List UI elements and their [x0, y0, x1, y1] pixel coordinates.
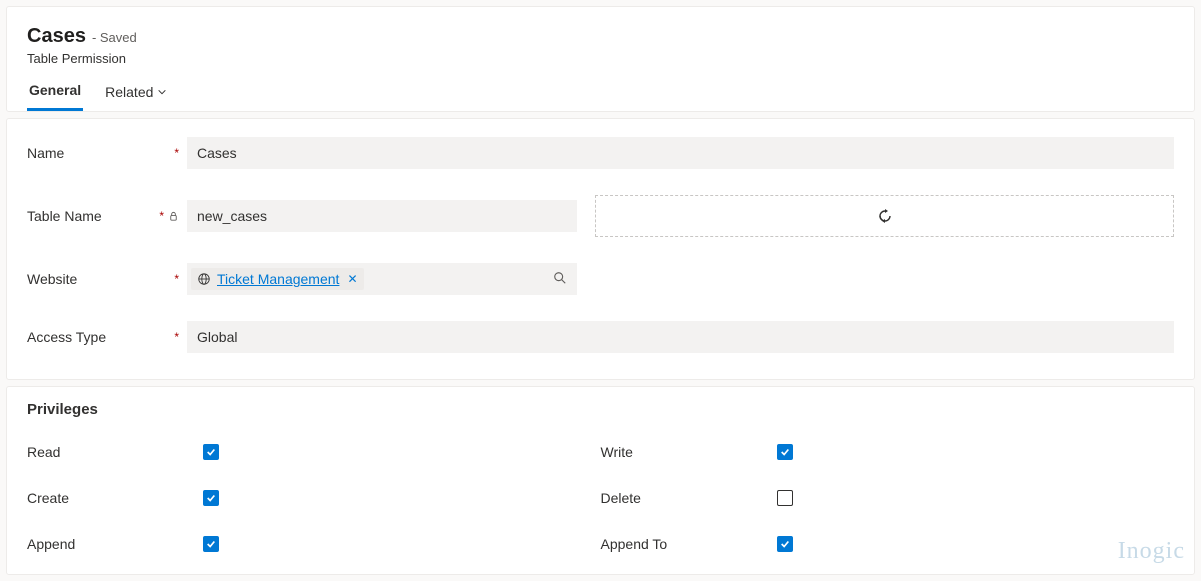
page-title: Cases [27, 25, 86, 48]
required-indicator: * [174, 146, 179, 160]
privilege-checkbox[interactable] [777, 444, 793, 460]
save-state: - Saved [92, 30, 137, 45]
privilege-item: Read [27, 444, 601, 460]
privilege-label: Write [601, 444, 777, 460]
table-name-input[interactable] [187, 200, 577, 232]
check-icon [206, 447, 216, 457]
privilege-item: Append To [601, 536, 1175, 552]
website-pill[interactable]: Ticket Management ✕ [191, 268, 364, 290]
privilege-checkbox[interactable] [777, 490, 793, 506]
page-header: Cases - Saved Table Permission General R… [6, 6, 1195, 112]
general-form: Name * Table Name * [6, 118, 1195, 380]
website-label: Website [27, 271, 77, 287]
privilege-checkbox[interactable] [777, 536, 793, 552]
chevron-down-icon [157, 87, 167, 97]
access-type-label: Access Type [27, 329, 106, 345]
privileges-title: Privileges [27, 401, 1174, 418]
refresh-icon [877, 208, 893, 224]
tab-general[interactable]: General [27, 82, 83, 111]
privilege-label: Create [27, 490, 203, 506]
name-input[interactable] [187, 137, 1174, 169]
privilege-label: Delete [601, 490, 777, 506]
watermark: Inogic [1118, 538, 1185, 565]
required-indicator: * [174, 330, 179, 344]
privilege-label: Read [27, 444, 203, 460]
loading-placeholder [595, 195, 1174, 237]
privilege-checkbox[interactable] [203, 536, 219, 552]
entity-subtitle: Table Permission [27, 51, 1174, 66]
field-row-website: Website * Ticket Management ✕ [27, 263, 1174, 295]
privilege-checkbox[interactable] [203, 490, 219, 506]
privilege-item: Delete [601, 490, 1175, 506]
website-lookup[interactable]: Ticket Management ✕ [187, 263, 577, 295]
check-icon [206, 539, 216, 549]
remove-website-button[interactable]: ✕ [345, 272, 357, 286]
field-row-access-type: Access Type * [27, 321, 1174, 353]
field-row-table-name: Table Name * [27, 195, 1174, 237]
tab-related-label: Related [105, 84, 153, 100]
check-icon [780, 447, 790, 457]
privilege-label: Append [27, 536, 203, 552]
lock-icon [168, 211, 179, 222]
search-icon [553, 271, 567, 285]
privilege-label: Append To [601, 536, 777, 552]
website-link[interactable]: Ticket Management [217, 271, 339, 287]
tab-list: General Related [27, 82, 1174, 111]
privilege-item: Write [601, 444, 1175, 460]
privilege-item: Append [27, 536, 601, 552]
privilege-checkbox[interactable] [203, 444, 219, 460]
name-label: Name [27, 145, 64, 161]
access-type-input[interactable] [187, 321, 1174, 353]
required-indicator: * [159, 209, 164, 223]
required-indicator: * [174, 272, 179, 286]
field-row-name: Name * [27, 137, 1174, 169]
check-icon [206, 493, 216, 503]
tab-related[interactable]: Related [103, 82, 169, 111]
website-search-button[interactable] [547, 271, 573, 288]
privilege-item: Create [27, 490, 601, 506]
globe-icon [197, 272, 211, 286]
table-name-label: Table Name [27, 208, 102, 224]
privileges-section: Privileges Read Write Create Delete Append Ap… [6, 386, 1195, 575]
check-icon [780, 539, 790, 549]
tab-general-label: General [29, 82, 81, 98]
